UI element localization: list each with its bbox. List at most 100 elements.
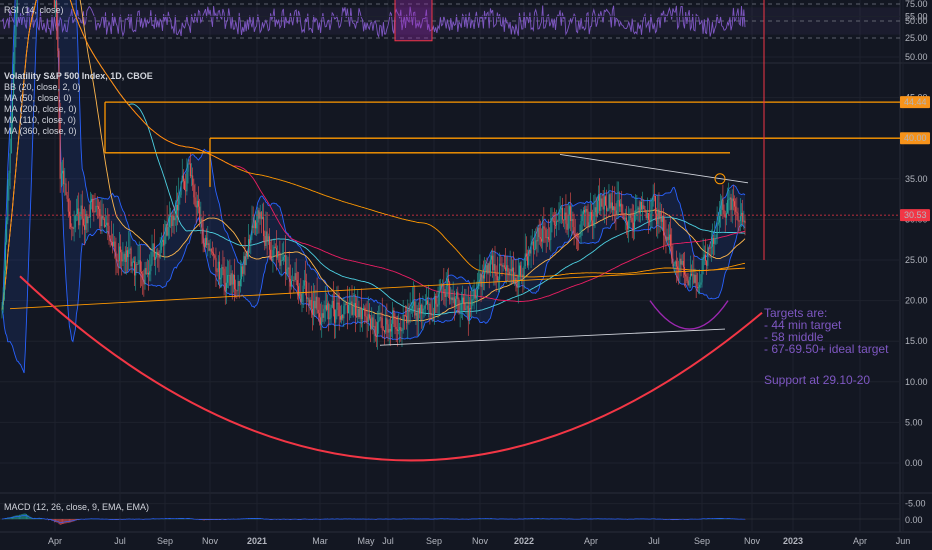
candle-body xyxy=(282,256,284,261)
candle-body xyxy=(647,212,649,220)
candle-body xyxy=(115,251,117,260)
candle-body xyxy=(528,250,530,266)
candle-body xyxy=(251,225,253,236)
price-tag-label: 40.00 xyxy=(904,133,927,143)
candle-body xyxy=(443,285,445,294)
candle-body xyxy=(184,181,186,191)
candle-body xyxy=(407,309,409,324)
candle-body xyxy=(213,252,215,256)
indicator-ma50[interactable]: MA (50, close, 0) xyxy=(4,93,153,104)
candle-body xyxy=(367,314,369,322)
candle-body xyxy=(594,207,596,213)
candle-body xyxy=(557,220,559,222)
macd-bar xyxy=(67,519,69,523)
candle-body xyxy=(450,297,452,300)
candle-body xyxy=(241,266,243,280)
candle-body xyxy=(644,209,646,212)
candle-body xyxy=(585,209,587,213)
candle-body xyxy=(484,272,486,279)
candle-body xyxy=(298,286,300,296)
candle-body xyxy=(697,287,699,289)
time-label: Sep xyxy=(426,536,442,546)
candle-body xyxy=(141,271,143,274)
candle-body xyxy=(604,196,606,206)
candle-body xyxy=(234,275,236,290)
candle-body xyxy=(602,206,604,210)
indicator-ma360[interactable]: MA (360, close, 0) xyxy=(4,126,153,137)
candle-body xyxy=(273,246,275,251)
candle-body xyxy=(321,313,323,325)
candle xyxy=(702,238,704,275)
candle-body xyxy=(520,265,522,276)
candle-body xyxy=(350,301,352,304)
candle-body xyxy=(653,195,655,197)
candle-body xyxy=(294,273,296,281)
macd-bar xyxy=(27,514,29,520)
candle-body xyxy=(485,265,487,273)
targets-annotation[interactable]: Targets are: - 44 min target - 58 middle… xyxy=(764,307,888,355)
candle-body xyxy=(549,239,551,241)
candle-body xyxy=(152,243,154,252)
candle-body xyxy=(164,236,166,246)
candle-body xyxy=(206,237,208,245)
candle-body xyxy=(168,216,170,227)
time-label: 2021 xyxy=(247,536,267,546)
candle-body xyxy=(82,218,84,226)
candle-body xyxy=(131,261,133,267)
time-label: Apr xyxy=(584,536,598,546)
candle-body xyxy=(737,213,739,221)
candle-body xyxy=(681,260,683,265)
candle-body xyxy=(396,329,398,331)
support-annotation[interactable]: Support at 29.10-20 xyxy=(764,373,870,387)
candle-body xyxy=(370,318,372,330)
candle-body xyxy=(218,261,220,280)
indicator-ma200[interactable]: MA (200, close, 0) xyxy=(4,104,153,115)
candle-body xyxy=(572,218,574,228)
candle-body xyxy=(248,239,250,257)
candle-body xyxy=(408,309,410,312)
candle-body xyxy=(86,213,88,224)
indicator-bb[interactable]: BB (20, close, 2, 0) xyxy=(4,82,153,93)
candle-body xyxy=(693,274,695,283)
candle-body xyxy=(389,328,391,332)
candle-body xyxy=(106,222,108,226)
candle-body xyxy=(103,218,105,227)
price-tick-label: 5.00 xyxy=(905,417,923,427)
candle-body xyxy=(167,226,169,236)
candle-body xyxy=(631,217,633,223)
candle-body xyxy=(689,273,691,280)
candle-body xyxy=(293,279,295,281)
candle-body xyxy=(186,171,188,192)
candle-body xyxy=(165,224,167,237)
candle xyxy=(251,205,253,240)
candle-body xyxy=(195,205,197,208)
macd-bar xyxy=(57,519,59,523)
candle-body xyxy=(270,249,272,260)
time-label: Jul xyxy=(114,536,126,546)
candle-body xyxy=(222,267,224,269)
candle-body xyxy=(373,326,375,328)
indicator-ma110[interactable]: MA (110, close, 0) xyxy=(4,115,153,126)
candle-body xyxy=(530,243,532,254)
candle-body xyxy=(146,272,148,275)
candle-body xyxy=(260,212,262,219)
time-label: Apr xyxy=(48,536,62,546)
candle-body xyxy=(1,309,3,311)
candle xyxy=(707,244,709,269)
candle-body xyxy=(8,173,10,186)
candle-body xyxy=(160,241,162,251)
candle-body xyxy=(225,282,227,292)
candle xyxy=(92,194,94,213)
candle-body xyxy=(487,263,489,274)
macd-label: MACD (12, 26, close, 9, EMA, EMA) xyxy=(4,502,150,512)
candle-body xyxy=(338,302,340,317)
candle-body xyxy=(674,261,676,264)
candle-body xyxy=(299,293,301,296)
candle-body xyxy=(730,197,732,210)
candle xyxy=(478,270,480,290)
candle-body xyxy=(363,307,365,309)
candle-body xyxy=(9,153,11,174)
candle xyxy=(166,205,168,237)
candle-body xyxy=(284,255,286,257)
candle-body xyxy=(646,212,648,219)
